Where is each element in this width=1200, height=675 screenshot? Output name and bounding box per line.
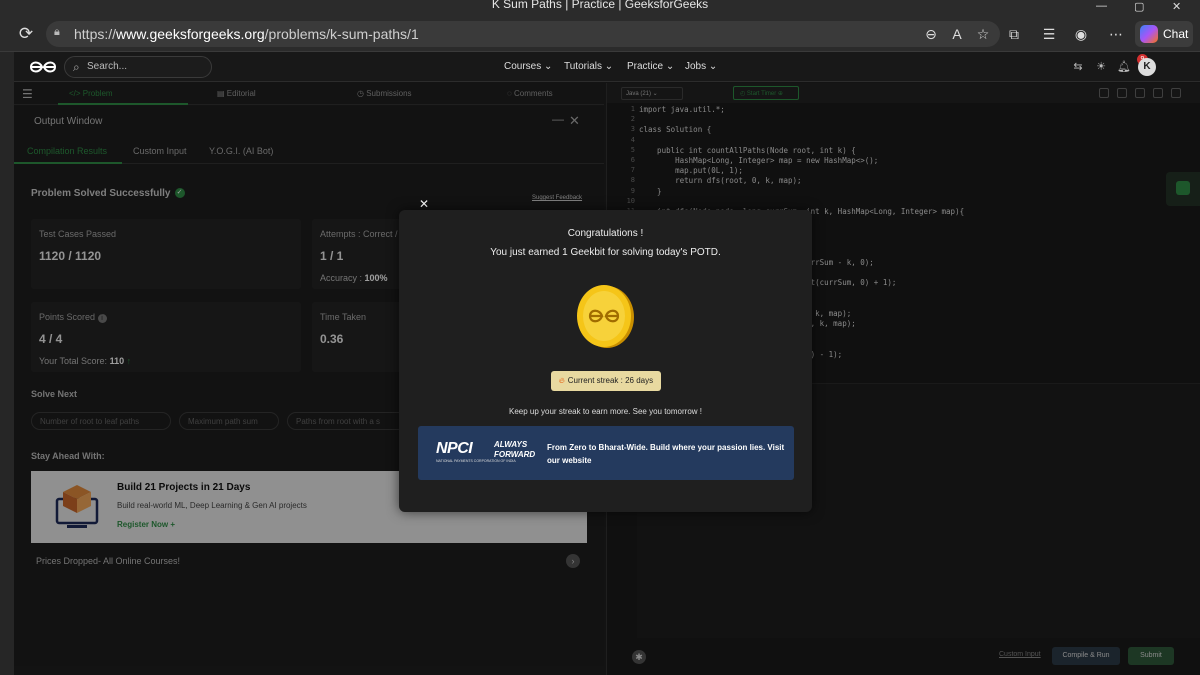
npci-ad-banner[interactable]: NPCI ALWAYS FORWARD NATIONAL PAYMENTS CO… xyxy=(418,426,794,480)
profile-icon[interactable]: ◉ xyxy=(1072,25,1090,43)
favorite-star-icon[interactable]: ☆ xyxy=(974,25,992,43)
gfg-header: ⌕ Search... Courses ⌄ Tutorials ⌄ Practi… xyxy=(14,52,1200,82)
url-text: https://www.geeksforgeeks.org/problems/k… xyxy=(74,26,419,42)
congratulations-modal: Congratulations ! You just earned 1 Geek… xyxy=(399,210,812,512)
close-window-icon[interactable]: ✕ xyxy=(1172,0,1181,13)
streak-badge: 🔥︎ Current streak : 26 days xyxy=(551,371,661,391)
lock-icon: 🔒︎ xyxy=(54,26,60,38)
menu-tutorials[interactable]: Tutorials ⌄ xyxy=(564,61,613,72)
fire-icon: 🔥︎ xyxy=(558,376,565,385)
bell-icon[interactable]: 🔔︎ xyxy=(1116,59,1132,75)
favorites-icon[interactable]: ☰ xyxy=(1040,25,1058,43)
window-title: K Sum Paths | Practice | GeeksforGeeks xyxy=(491,0,709,11)
search-icon: ⌕ xyxy=(73,60,80,74)
menu-practice[interactable]: Practice ⌄ xyxy=(627,61,674,72)
zoom-icon[interactable]: ⊖ xyxy=(922,25,940,43)
read-aloud-icon[interactable]: A xyxy=(948,25,966,43)
window-titlebar: K Sum Paths | Practice | GeeksforGeeks —… xyxy=(0,0,1200,16)
translate-icon[interactable]: ⇆ xyxy=(1070,59,1086,75)
maximize-icon[interactable]: ▢ xyxy=(1134,0,1144,13)
npci-logo: NPCI ALWAYS FORWARD NATIONAL PAYMENTS CO… xyxy=(436,440,536,463)
search-input[interactable]: ⌕ Search... xyxy=(64,56,212,78)
chat-button[interactable]: Chat xyxy=(1135,21,1193,47)
modal-subtitle: You just earned 1 Geekbit for solving to… xyxy=(490,247,721,258)
keep-up-text: Keep up your streak to earn more. See yo… xyxy=(509,407,702,416)
menu-jobs[interactable]: Jobs ⌄ xyxy=(685,61,717,72)
refresh-icon[interactable]: ⟳ xyxy=(16,24,36,44)
theme-icon[interactable]: ☀ xyxy=(1093,59,1109,75)
copilot-icon xyxy=(1140,25,1158,43)
browser-toolbar: ⟳ 🔒︎ https://www.geeksforgeeks.org/probl… xyxy=(0,16,1200,52)
gfg-logo-icon[interactable] xyxy=(28,58,58,76)
extensions-icon[interactable]: ⧉ xyxy=(1005,25,1023,43)
geekbit-coin-icon xyxy=(575,282,635,350)
address-bar[interactable]: 🔒︎ https://www.geeksforgeeks.org/problem… xyxy=(46,21,1000,47)
minimize-icon[interactable]: — xyxy=(1096,0,1107,12)
browser-sidebar xyxy=(0,52,14,675)
more-icon[interactable]: ⋯ xyxy=(1107,25,1125,43)
modal-title: Congratulations ! xyxy=(567,228,644,239)
avatar[interactable]: K xyxy=(1138,58,1156,76)
menu-courses[interactable]: Courses ⌄ xyxy=(504,61,552,72)
modal-close-icon[interactable]: ✕ xyxy=(419,197,429,211)
